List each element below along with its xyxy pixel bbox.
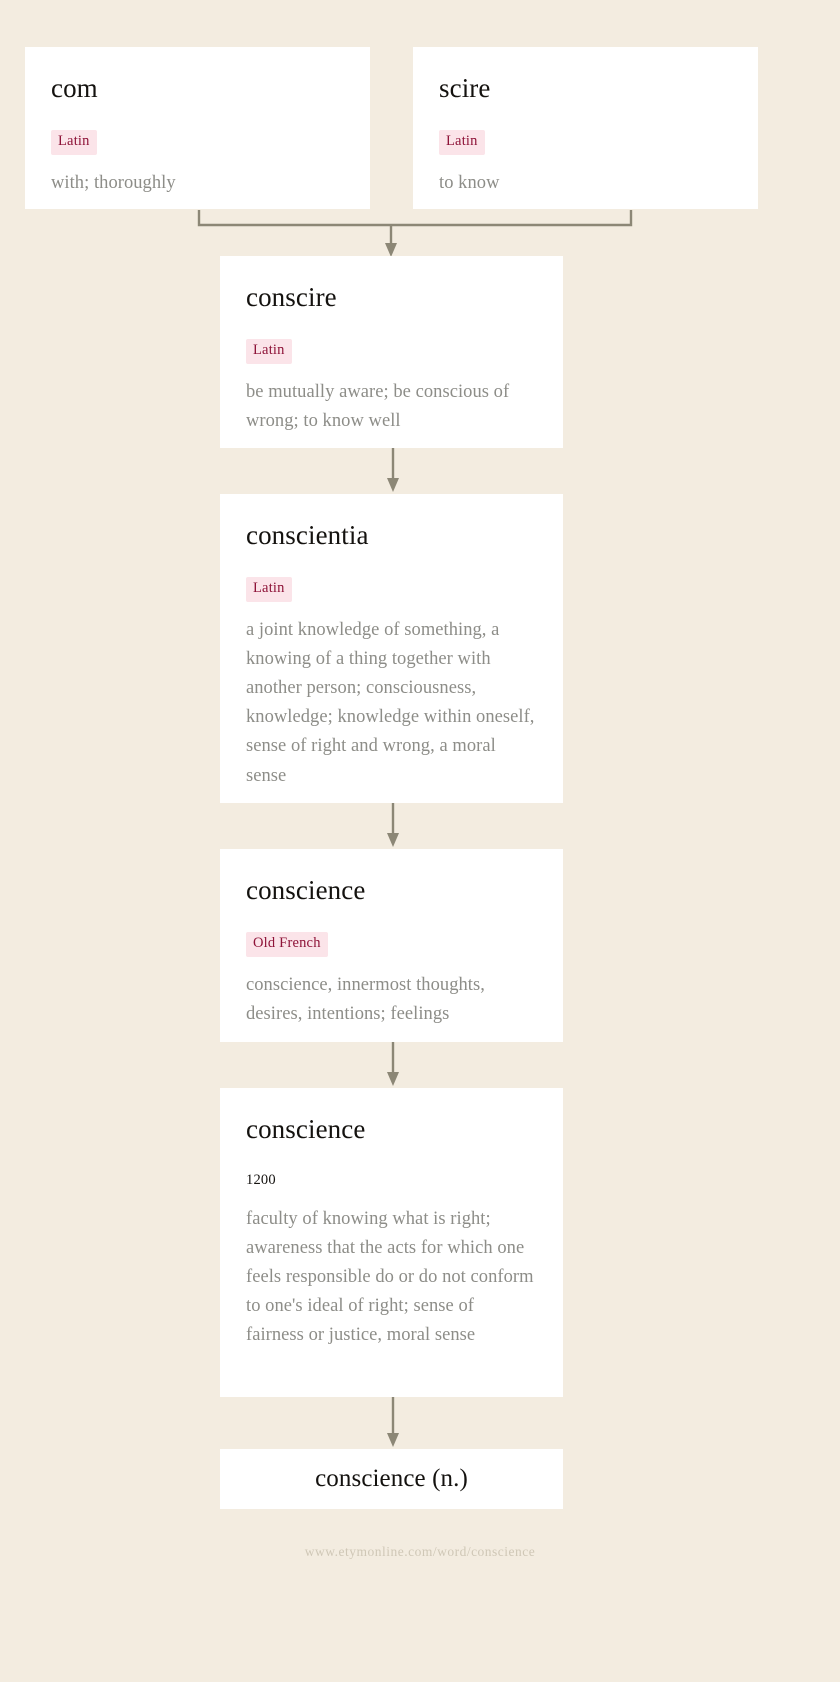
tag-row: Latin <box>439 130 730 155</box>
etymology-card-conscire[interactable]: conscire Latin be mutually aware; be con… <box>220 256 563 448</box>
etymology-card-conscience-entry[interactable]: conscience (n.) <box>220 1449 563 1509</box>
connector-old-french-to-1200 <box>384 1042 402 1088</box>
year-tag-1200: 1200 <box>246 1172 276 1189</box>
source-url: www.etymonline.com/word/conscience <box>304 1544 536 1559</box>
headword-conscire: conscire <box>246 282 337 312</box>
language-tag-latin: Latin <box>439 130 485 155</box>
tag-row: Latin <box>246 577 535 602</box>
language-tag-latin: Latin <box>51 130 97 155</box>
etymology-card-conscience-1200[interactable]: conscience 1200 faculty of knowing what … <box>220 1088 563 1397</box>
definition-conscience-1200: faculty of knowing what is right; awaren… <box>246 1208 534 1346</box>
connector-conscientia-to-old-french <box>384 803 402 849</box>
definition-conscire: be mutually aware; be conscious of wrong… <box>246 381 510 431</box>
tag-row: Latin <box>51 130 342 155</box>
tag-row: Old French <box>246 932 535 957</box>
connector-conscire-to-conscientia <box>384 448 402 494</box>
tag-row: 1200 <box>246 1171 535 1191</box>
headword-conscience-1200: conscience <box>246 1114 366 1144</box>
headword-conscience-entry: conscience (n.) <box>315 1464 468 1492</box>
connector-1200-to-entry <box>384 1397 402 1449</box>
definition-com: with; thoroughly <box>51 172 176 193</box>
tag-row: Latin <box>246 339 535 364</box>
etymology-card-com[interactable]: com Latin with; thoroughly <box>25 47 370 209</box>
etymology-tree: com Latin with; thoroughly scire Latin t… <box>0 0 840 1682</box>
language-tag-latin: Latin <box>246 577 292 602</box>
definition-conscience-old-french: conscience, innermost thoughts, desires,… <box>246 974 485 1024</box>
headword-conscientia: conscientia <box>246 520 369 550</box>
headword-scire: scire <box>439 73 491 103</box>
definition-scire: to know <box>439 172 500 193</box>
connector-bracket-to-conscire <box>190 209 640 259</box>
headword-conscience-old-french: conscience <box>246 875 366 905</box>
etymology-card-conscientia[interactable]: conscientia Latin a joint knowledge of s… <box>220 494 563 803</box>
etymology-card-scire[interactable]: scire Latin to know <box>413 47 758 209</box>
language-tag-latin: Latin <box>246 339 292 364</box>
etymology-card-conscience-old-french[interactable]: conscience Old French conscience, innerm… <box>220 849 563 1042</box>
headword-com: com <box>51 73 98 103</box>
language-tag-old-french: Old French <box>246 932 328 957</box>
definition-conscientia: a joint knowledge of something, a knowin… <box>246 619 535 786</box>
